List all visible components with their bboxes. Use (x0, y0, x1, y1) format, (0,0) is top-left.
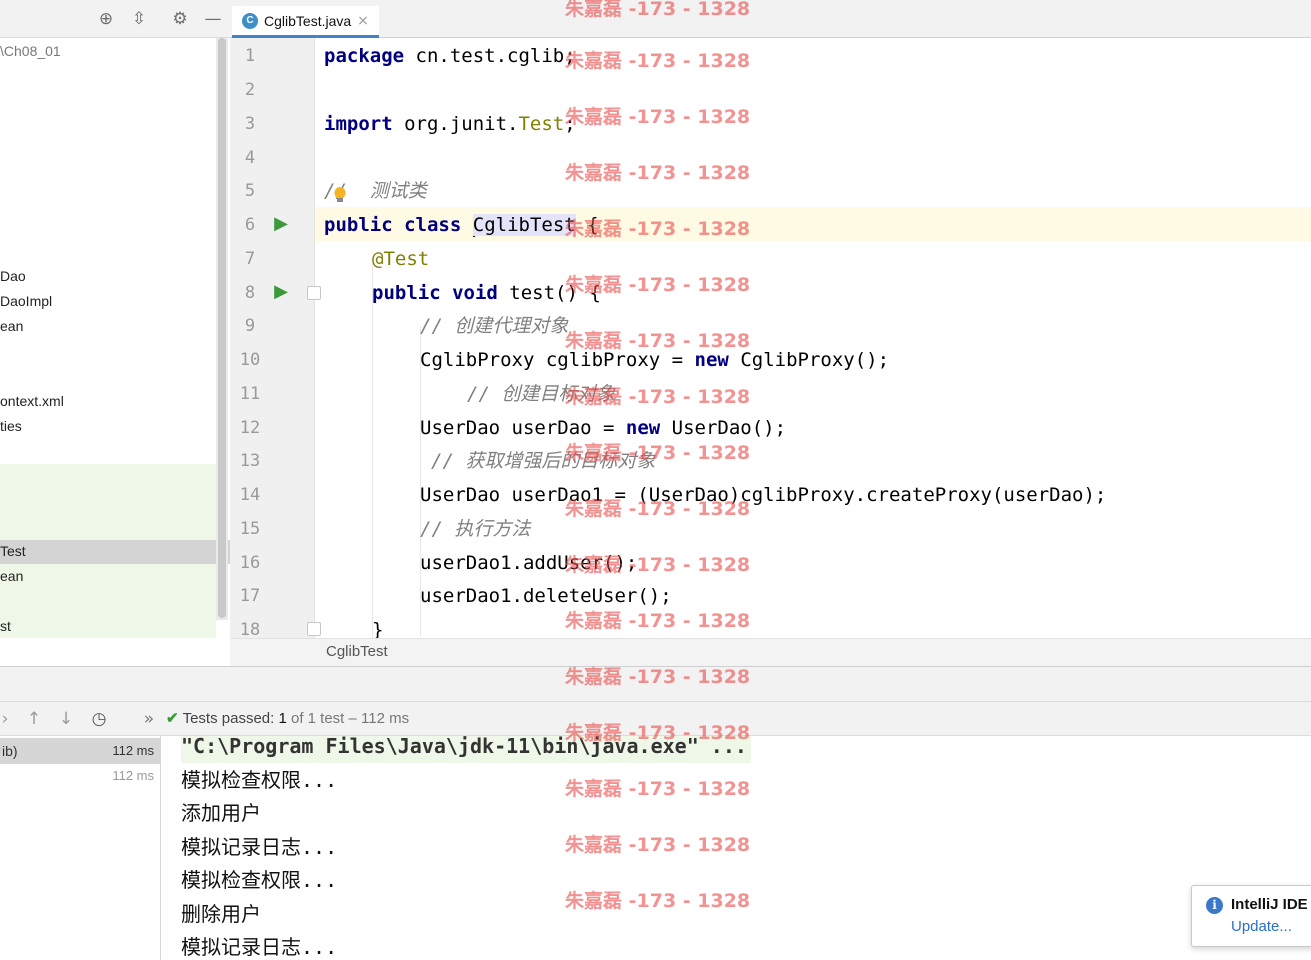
code-line-6[interactable]: public class CglibTest { (324, 208, 599, 242)
breadcrumb[interactable]: CglibTest (230, 638, 1311, 666)
java-class-icon: C (242, 12, 258, 29)
line-number: 2 (244, 80, 256, 100)
tree-item-properties[interactable]: ties (0, 414, 22, 439)
run-panel: › ↑ ↓ ◷ » ✔ Tests passed: 1 of 1 test – 1… (0, 666, 1311, 960)
code-line-11[interactable]: // 创建目标对象 (467, 377, 615, 411)
chevron-right-icon[interactable]: › (0, 708, 16, 730)
update-link[interactable]: Update... (1231, 918, 1292, 935)
check-icon: ✔ (166, 710, 179, 727)
code-line-14[interactable]: UserDao userDao1 = (UserDao)cglibProxy.c… (420, 478, 1106, 512)
notification-title: IntelliJ IDE (1231, 896, 1308, 913)
arrow-down-icon[interactable]: ↓ (55, 708, 77, 730)
code-line-7[interactable]: @Test (372, 242, 429, 276)
line-number: 6 (244, 215, 256, 235)
editor-tab-bar: C CglibTest.java × (230, 0, 1311, 38)
update-notification[interactable]: i IntelliJ IDE Update... (1191, 885, 1311, 947)
console-line: 模拟记录日志... (181, 835, 338, 859)
console-line: 添加用户 (181, 801, 261, 825)
close-icon[interactable]: × (357, 13, 369, 29)
line-number: 14 (239, 485, 261, 505)
hide-icon[interactable]: — (203, 9, 223, 29)
code-line-3[interactable]: import org.junit.Test; (324, 107, 576, 141)
indent-guide (372, 258, 373, 638)
line-number: 4 (244, 148, 256, 168)
line-number: 10 (239, 350, 261, 370)
run-class-icon[interactable]: ▶ (270, 213, 292, 235)
arrow-up-icon[interactable]: ↑ (23, 708, 45, 730)
test-tree-name: ib) (2, 743, 18, 759)
line-number: 16 (239, 553, 261, 573)
tree-selected-row (0, 540, 230, 564)
history-icon[interactable]: ◷ (88, 708, 110, 730)
line-number: 8 (244, 283, 256, 303)
test-tree-row[interactable]: 112 ms (0, 763, 160, 789)
tree-item-daoimpl[interactable]: DaoImpl (0, 289, 52, 314)
tree-item-module-path[interactable]: \Ch08_01 (0, 39, 61, 64)
console-line: 模拟检查权限... (181, 868, 338, 892)
code-line-10[interactable]: CglibProxy cglibProxy = new CglibProxy()… (420, 343, 889, 377)
lightbulb-icon[interactable] (333, 185, 347, 205)
line-number: 9 (244, 316, 256, 336)
more-icon[interactable]: » (138, 708, 160, 730)
console-output[interactable]: "C:\Program Files\Java\jdk-11\bin\java.e… (161, 736, 1311, 960)
test-tree-time: 112 ms (112, 743, 154, 758)
line-number: 12 (239, 418, 261, 438)
locate-icon[interactable]: ⊕ (96, 9, 116, 29)
line-number: 7 (244, 249, 256, 269)
code-line-13[interactable]: // 获取增强后的目标对象 (431, 444, 655, 478)
run-test-icon[interactable]: ▶ (270, 281, 292, 303)
test-results-tree: ib) 112 ms 112 ms (0, 736, 161, 960)
collapse-all-icon[interactable]: ⇳ (129, 9, 149, 29)
tree-item-test[interactable]: st (0, 614, 11, 639)
tree-item-bean-test[interactable]: ean (0, 564, 23, 589)
test-tree-row[interactable]: ib) 112 ms (0, 738, 160, 764)
tree-item-dao[interactable]: Dao (0, 264, 26, 289)
fold-icon[interactable] (307, 622, 321, 636)
console-line: 模拟检查权限... (181, 768, 338, 792)
tree-item-context-xml[interactable]: ontext.xml (0, 389, 64, 414)
run-tab-strip (0, 667, 1311, 702)
code-line-12[interactable]: UserDao userDao = new UserDao(); (420, 411, 786, 445)
project-panel: ⊕ ⇳ ⚙ — \Ch08_01 Dao DaoImpl ean ontext.… (0, 0, 230, 666)
line-number: 5 (244, 181, 256, 201)
code-line-18[interactable]: } (372, 613, 383, 638)
tab-label: CglibTest.java (264, 12, 352, 29)
console-line: "C:\Program Files\Java\jdk-11\bin\java.e… (181, 736, 751, 763)
test-status: ✔ Tests passed: 1 of 1 test – 112 ms (166, 710, 410, 727)
code-line-8[interactable]: public void test() { (372, 276, 601, 310)
line-number: 1 (244, 46, 256, 66)
line-number: 3 (244, 114, 256, 134)
console-line: 删除用户 (181, 902, 261, 926)
fold-icon[interactable] (307, 286, 321, 300)
line-number: 15 (239, 519, 261, 539)
project-toolbar: ⊕ ⇳ ⚙ — (0, 0, 230, 38)
code-line-9[interactable]: // 创建代理对象 (420, 309, 568, 343)
code-editor[interactable]: 1 2 3 4 5 6 7 8 9 10 11 12 13 14 15 16 1… (230, 38, 1311, 638)
code-line-16[interactable]: userDao1.addUser(); (420, 546, 637, 580)
tree-item-bean[interactable]: ean (0, 314, 23, 339)
line-number: 18 (239, 620, 261, 638)
tree-item-cglibtest[interactable]: Test (0, 539, 26, 564)
line-number: 17 (239, 586, 261, 606)
code-line-15[interactable]: // 执行方法 (420, 512, 530, 546)
gear-icon[interactable]: ⚙ (170, 9, 190, 29)
info-icon: i (1206, 897, 1223, 914)
console-line: 模拟记录日志... (181, 935, 338, 959)
code-line-1[interactable]: package cn.test.cglib; (324, 39, 576, 73)
line-number: 13 (239, 451, 261, 471)
tab-cglibtest-java[interactable]: C CglibTest.java × (232, 6, 379, 38)
test-tree-time: 112 ms (112, 768, 154, 783)
line-number: 11 (239, 384, 261, 404)
run-toolbar: › ↑ ↓ ◷ » ✔ Tests passed: 1 of 1 test – 1… (0, 702, 1311, 736)
tree-scrollbar[interactable] (216, 38, 228, 620)
code-line-17[interactable]: userDao1.deleteUser(); (420, 579, 672, 613)
